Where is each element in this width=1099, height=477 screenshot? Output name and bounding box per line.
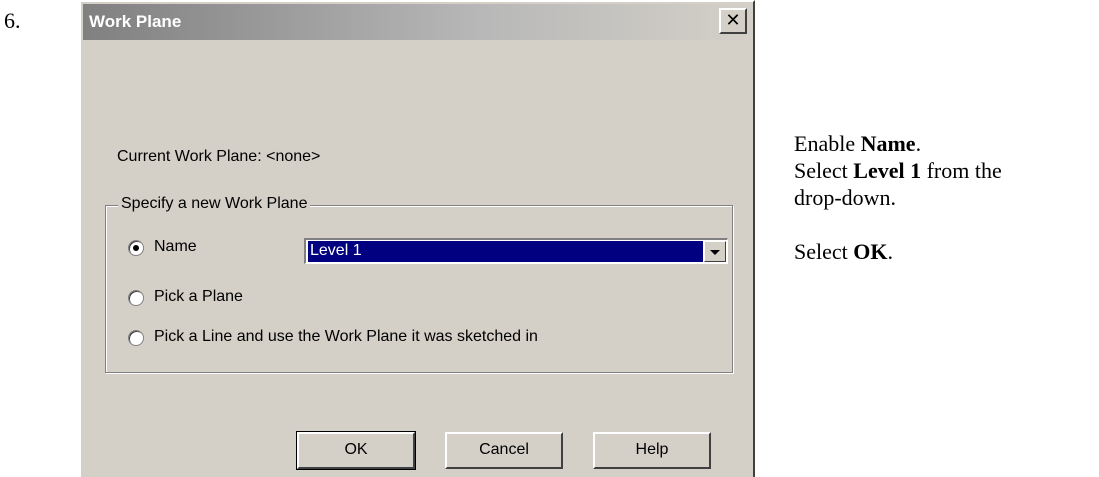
- work-plane-dialog: Work Plane ✕ Current Work Plane: <none> …: [79, 0, 755, 477]
- radio-pick-plane-label: Pick a Plane: [154, 288, 243, 305]
- close-button[interactable]: ✕: [719, 8, 747, 34]
- instruction-text: Select: [794, 239, 854, 264]
- instruction-line-2: Select Level 1 from the: [794, 157, 1002, 184]
- radio-name-label: Name: [154, 238, 197, 255]
- instruction-text: from the: [921, 158, 1002, 183]
- radio-name-row[interactable]: Name Level 1: [128, 238, 748, 264]
- instruction-emphasis: Name: [860, 131, 916, 156]
- ok-button[interactable]: OK: [297, 432, 415, 469]
- radio-pick-plane[interactable]: [128, 290, 144, 306]
- group-label: Specify a new Work Plane: [118, 195, 311, 213]
- dialog-title: Work Plane: [89, 12, 182, 31]
- instructions: Enable Name. Select Level 1 from the dro…: [794, 130, 1002, 265]
- radio-pick-line[interactable]: [128, 330, 144, 346]
- radio-pick-line-label: Pick a Line and use the Work Plane it wa…: [154, 328, 538, 345]
- chevron-down-icon[interactable]: [704, 241, 726, 262]
- cancel-button[interactable]: Cancel: [445, 432, 563, 469]
- instruction-text: Enable: [794, 131, 861, 156]
- instruction-emphasis: OK: [853, 239, 888, 264]
- step-number: 6.: [4, 8, 21, 33]
- current-work-plane-label: Current Work Plane: <none>: [117, 148, 321, 165]
- title-bar[interactable]: Work Plane ✕: [83, 4, 751, 40]
- instruction-text: .: [915, 131, 922, 156]
- instruction-line-4: Select OK.: [794, 238, 1002, 265]
- instruction-emphasis: Level 1: [853, 158, 922, 183]
- radio-name[interactable]: [128, 240, 144, 256]
- new-work-plane-group: Specify a new Work Plane Name Level 1 Pi…: [105, 195, 733, 373]
- name-dropdown-value: Level 1: [308, 241, 703, 262]
- radio-pick-plane-row[interactable]: Pick a Plane: [128, 288, 428, 310]
- close-icon: ✕: [725, 10, 741, 30]
- help-button[interactable]: Help: [593, 432, 711, 469]
- radio-pick-line-row[interactable]: Pick a Line and use the Work Plane it wa…: [128, 328, 648, 350]
- instruction-line-3: drop-down.: [794, 185, 897, 210]
- instruction-line-1: Enable Name.: [794, 130, 1002, 157]
- radio-selected-dot: [133, 245, 139, 251]
- instruction-text: .: [887, 239, 894, 264]
- instruction-text: Select: [794, 158, 854, 183]
- name-dropdown[interactable]: Level 1: [304, 238, 728, 264]
